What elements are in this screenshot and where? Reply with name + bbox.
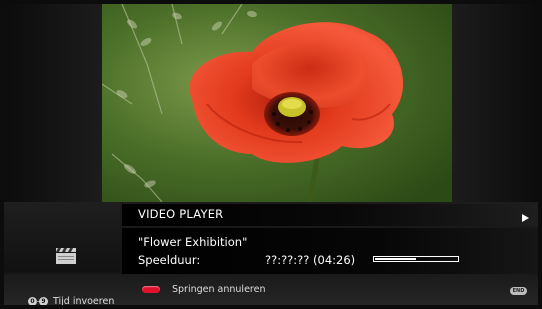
video-frame <box>102 4 452 202</box>
clapperboard-icon <box>56 248 76 264</box>
duration-label: Speelduur: <box>138 253 201 267</box>
number-keys-label: Tijd invoeren <box>53 296 115 305</box>
progress-fill <box>375 258 416 260</box>
end-key-button[interactable]: END <box>510 287 527 295</box>
right-side-panel <box>452 4 538 202</box>
red-key-label: Springen annuleren <box>172 284 266 295</box>
file-name: "Flower Exhibition" <box>138 235 248 249</box>
progress-bar[interactable] <box>373 256 459 262</box>
red-key-button[interactable] <box>142 286 160 293</box>
player-title: VIDEO PLAYER <box>138 207 224 221</box>
play-icon[interactable] <box>522 214 529 222</box>
poppy-flower-image <box>102 4 452 202</box>
tv-screen: VIDEO PLAYER "Flower Exhibition" Speeldu… <box>4 4 538 305</box>
number-key-9[interactable]: 9 <box>39 297 48 305</box>
left-side-panel <box>4 4 102 202</box>
duration-value: ??:??:?? (04:26) <box>265 253 356 267</box>
